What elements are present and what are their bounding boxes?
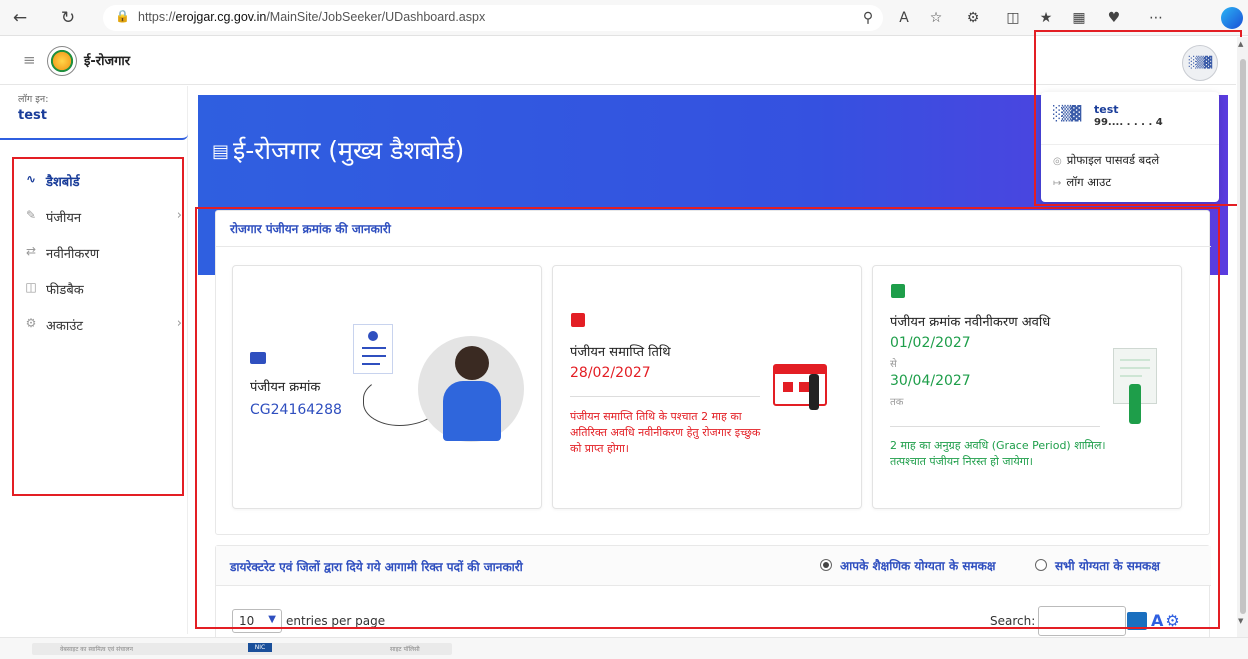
sidebar-item-label: डैशबोर्ड (46, 175, 80, 190)
chevron-right-icon: › (176, 316, 182, 331)
extensions-icon[interactable]: ⚙ (962, 7, 984, 29)
sidebar-item-label: अकाउंट (46, 319, 83, 334)
scrollbar-thumb[interactable] (1240, 59, 1246, 614)
vertical-scrollbar[interactable] (1237, 37, 1248, 637)
scroll-up-arrow-icon[interactable]: ▲ (1238, 40, 1243, 48)
activity-icon: ∿ (25, 172, 37, 186)
sidebar-item-feedback[interactable]: ◫ फीडबैक (24, 277, 182, 301)
edit-icon: ✎ (25, 208, 37, 222)
sidebar-menu: ∿ डैशबोर्ड ✎ पंजीयन › ⇄ नवीनीकरण ◫ फीडबै… (12, 157, 184, 496)
highlight-frame-profile (1034, 30, 1242, 206)
scroll-down-arrow-icon[interactable]: ▼ (1238, 617, 1243, 625)
government-emblem-logo (47, 46, 77, 76)
login-username: test (18, 108, 47, 123)
highlight-frame-content (195, 207, 1220, 629)
footer-ownership-text: वेबसाइट का स्वामित्व एवं संचालन (60, 646, 133, 653)
footer-policy-link[interactable]: साइट पॉलिसी (390, 645, 420, 653)
hamburger-menu-icon[interactable]: ≡ (23, 51, 36, 69)
sidebar-item-renewal[interactable]: ⇄ नवीनीकरण (24, 241, 182, 265)
gear-icon: ⚙ (25, 316, 37, 330)
table-icon: ▤ (212, 141, 230, 162)
sidebar-item-label: पंजीयन (46, 211, 82, 226)
favorite-star-icon[interactable]: ☆ (925, 7, 947, 29)
url-text[interactable]: https://erojgar.cg.gov.in/MainSite/JobSe… (138, 10, 485, 24)
page-title: ▤ ई-रोजगार (मुख्य डैशबोर्ड) (212, 136, 465, 165)
nic-badge: NIC (248, 643, 272, 652)
lock-icon: 🔒 (115, 9, 130, 23)
split-screen-icon[interactable]: ◫ (1002, 7, 1024, 29)
sidebar-item-registration[interactable]: ✎ पंजीयन › (24, 205, 182, 229)
read-aloud-icon[interactable]: A (893, 7, 915, 29)
collections-icon[interactable]: ▦ (1068, 7, 1090, 29)
app-name: ई-रोजगार (84, 54, 131, 69)
favorites-list-icon[interactable]: ★ (1035, 7, 1057, 29)
footer: वेबसाइट का स्वामित्व एवं संचालन NIC साइट… (0, 637, 1248, 659)
sidebar-item-label: फीडबैक (46, 283, 84, 298)
more-menu-icon[interactable]: ⋯ (1145, 7, 1167, 29)
refresh-icon[interactable]: ↻ (56, 6, 80, 30)
key-icon[interactable]: ⚲ (857, 7, 879, 29)
browser-essentials-icon[interactable]: ♥ (1103, 7, 1125, 29)
sidebar-item-label: नवीनीकरण (46, 247, 100, 262)
book-icon: ◫ (25, 280, 37, 294)
refresh-icon: ⇄ (25, 244, 37, 258)
copilot-icon[interactable] (1221, 7, 1243, 29)
sidebar: लॉग इन: test ∿ डैशबोर्ड ✎ पंजीयन › ⇄ नवी… (0, 86, 188, 634)
login-info: लॉग इन: test (0, 86, 188, 140)
chevron-right-icon: › (176, 208, 182, 223)
back-arrow-icon[interactable]: ← (8, 6, 32, 30)
sidebar-item-account[interactable]: ⚙ अकाउंट › (24, 313, 182, 337)
address-bar[interactable]: 🔒 https://erojgar.cg.gov.in/MainSite/Job… (103, 5, 883, 31)
sidebar-item-dashboard[interactable]: ∿ डैशबोर्ड (24, 169, 182, 193)
login-label: लॉग इन: (18, 94, 49, 105)
